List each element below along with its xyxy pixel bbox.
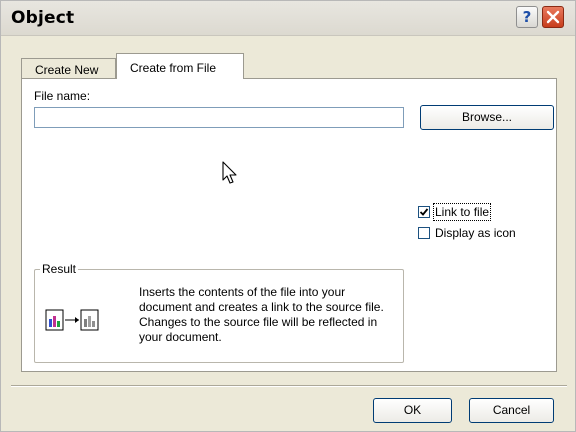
result-legend: Result — [40, 262, 79, 276]
file-name-input[interactable] — [34, 107, 404, 128]
tab-create-new-label: Create New — [35, 63, 99, 77]
link-to-file-label[interactable]: Link to file — [432, 203, 492, 221]
dialog-title: Object — [11, 8, 75, 28]
browse-button[interactable]: Browse... — [420, 105, 554, 130]
close-icon — [546, 10, 560, 24]
close-button[interactable] — [542, 6, 564, 28]
link-file-icon — [45, 309, 99, 331]
display-as-icon-checkbox[interactable] — [418, 227, 430, 239]
checkmark-icon — [419, 208, 429, 216]
file-name-label: File name: — [34, 89, 91, 103]
tab-create-from-file-label: Create from File — [130, 61, 217, 75]
mouse-cursor-icon — [222, 161, 237, 184]
tab-create-from-file[interactable]: Create from File — [116, 53, 244, 79]
tab-create-new[interactable]: Create New — [21, 58, 116, 78]
help-icon: ? — [522, 8, 532, 26]
button-separator — [11, 385, 567, 387]
cancel-button[interactable]: Cancel — [469, 398, 554, 423]
object-dialog: Object ? Create New Create from File Fil… — [0, 0, 576, 432]
link-to-file-checkbox[interactable] — [418, 206, 430, 218]
help-button[interactable]: ? — [516, 6, 538, 28]
result-description: Inserts the contents of the file into yo… — [139, 285, 384, 344]
display-as-icon-label[interactable]: Display as icon — [435, 226, 516, 240]
ok-button[interactable]: OK — [373, 398, 452, 423]
title-bar[interactable]: Object ? — [1, 1, 575, 36]
